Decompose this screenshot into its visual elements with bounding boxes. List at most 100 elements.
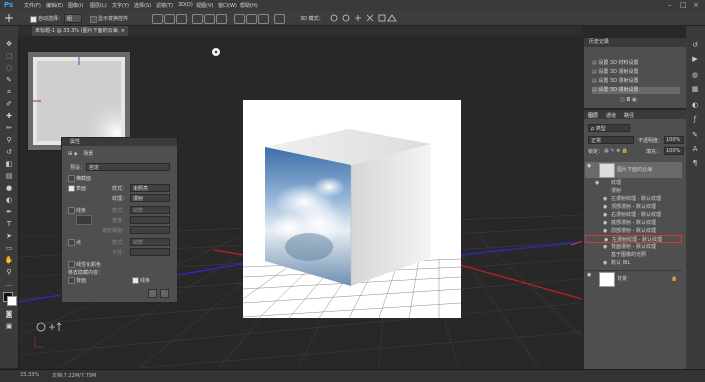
history-panel-icon[interactable]: ↺ [690,40,700,50]
render-icon[interactable] [148,289,157,298]
eye-icon[interactable]: ◉ [603,243,607,251]
menu-layer[interactable]: 图层(L) [90,2,107,9]
history-header[interactable]: 历史记录 [584,38,687,47]
fill-field[interactable]: 100% [664,147,684,155]
backface-checkbox[interactable] [68,277,75,284]
quick-select-tool[interactable]: ✎ [4,76,14,85]
layer-row-texture[interactable]: ◉ 左漫射纹理 - 默认纹理 [585,195,682,203]
points-checkbox[interactable] [68,239,75,246]
layer-row-texture[interactable]: ◉ 顶部漫射 - 默认纹理 [585,203,682,211]
lines-checkbox[interactable] [68,207,75,214]
quick-mask-icon[interactable]: ◙ [4,310,14,319]
delete-icon[interactable] [160,289,169,298]
layer-row-3d[interactable]: ◉ 图片下面的云海 [585,162,682,178]
layer-row-ibl-group[interactable]: 基于图像的光照 [585,251,682,259]
angle-field[interactable] [130,226,170,234]
brush-panel-icon[interactable]: ✎ [690,130,700,140]
layer-filter-dropdown[interactable]: ρ 类型 [588,124,630,132]
layer-row-background[interactable]: ◉ 背景 🔒 [585,270,682,287]
history-item[interactable]: ▤ 设置 3D 材料设置 [592,60,680,67]
blur-tool[interactable]: ● [4,184,14,193]
visibility-eye-icon[interactable]: ◉ [587,271,591,279]
move-tool[interactable]: ✥ [4,40,14,49]
eye-icon[interactable]: ◉ [603,219,607,227]
align-center-icon[interactable] [204,14,215,24]
eye-icon[interactable]: ◉ [603,211,607,219]
document-tab-close[interactable]: × [121,26,125,36]
lines-style-dropdown[interactable]: 常数 [130,206,170,214]
radius-field[interactable] [130,248,170,256]
dodge-tool[interactable]: ◐ [4,196,14,205]
type-tool[interactable]: T [4,220,14,229]
layer-row-texture[interactable]: ◉ 前部漫射 - 默认纹理 [585,227,682,235]
points-style-dropdown[interactable]: 常数 [130,238,170,246]
history-item[interactable]: ▤ 设置 3D 漫射设置 [592,78,680,85]
distribute-2-icon[interactable] [246,14,257,24]
eye-icon[interactable]: ◉ [595,179,599,187]
texture-preview-window[interactable] [27,51,131,151]
lasso-tool[interactable]: ◌ [4,64,14,73]
menu-filter[interactable]: 滤镜(T) [156,2,173,9]
align-top-icon[interactable] [152,14,163,24]
minimize-button[interactable]: – [668,1,672,9]
character-icon[interactable]: A [690,144,700,154]
maximize-button[interactable]: □ [680,1,687,9]
layer-row-texture[interactable]: ◉ 背面漫射 - 默认纹理 [585,243,682,251]
surface-checkbox[interactable] [68,185,75,192]
close-window-button[interactable]: × [693,1,699,9]
history-brush-tool[interactable]: ↺ [4,148,14,157]
preset-dropdown[interactable]: 自定 [86,163,170,171]
tab-paths[interactable]: 路径 [624,112,634,119]
show-transform-checkbox[interactable] [90,16,97,23]
menu-select[interactable]: 选择(S) [134,2,151,9]
layer-row-texture-highlighted[interactable]: ◉ 左漫射纹理 - 默认纹理 [585,235,682,243]
actions-icon[interactable]: ▶ [690,54,700,64]
shape-tool[interactable]: ▭ [4,244,14,253]
align-right-icon[interactable] [216,14,227,24]
paragraph-icon[interactable]: ¶ [690,158,700,168]
visibility-eye-icon[interactable]: ◉ [587,162,591,170]
menu-view[interactable]: 视图(V) [196,2,213,9]
lines2-checkbox[interactable] [132,277,139,284]
document-canvas[interactable]: 属性 ⊞ ◈ 场景 预设： 自定 横截面 表面 样式： 未照亮 纹理： 漫射 线… [19,37,582,368]
eye-icon[interactable]: ◉ [603,259,607,267]
menu-help[interactable]: 帮助(H) [240,2,258,9]
hand-tool[interactable]: ✋ [4,256,14,265]
scene-tab[interactable]: ⊞ ◈ 场景 [68,150,98,160]
crop-tool[interactable]: ⌗ [4,88,14,97]
menu-3d[interactable]: 3D(D) [178,2,193,8]
blend-mode-dropdown[interactable]: 正常 [588,136,634,144]
styles-icon[interactable]: ƒ [690,114,700,124]
menu-file[interactable]: 文件(F) [24,2,41,9]
pen-tool[interactable]: ✒ [4,208,14,217]
document-info[interactable]: 文档:7.22M/7.79M [52,372,96,379]
zoom-level[interactable]: 33.33% [20,372,39,378]
zoom-tool[interactable]: ⚲ [4,268,14,277]
align-left-icon[interactable] [192,14,203,24]
layer-row-texture[interactable]: ◉ 右漫射纹理 - 默认纹理 [585,211,682,219]
history-item[interactable]: ▤ 设置 3D 漫射设置 [592,69,680,76]
auto-select-dropdown[interactable]: 组 [64,14,82,23]
color-icon[interactable]: ◍ [690,70,700,80]
history-item-selected[interactable]: ▤ 设置 3D 漫射设置 [592,87,680,94]
menu-edit[interactable]: 编辑(E) [46,2,63,9]
eyedropper-tool[interactable]: ✐ [4,100,14,109]
auto-align-icon[interactable] [274,14,285,24]
layer-row-texture[interactable]: ◉ 底部漫射 - 默认纹理 [585,219,682,227]
swatches-icon[interactable]: ▦ [690,84,700,94]
auto-select-checkbox[interactable] [30,16,37,23]
path-select-tool[interactable]: ➤ [4,232,14,241]
texture-dropdown[interactable]: 漫射 [130,194,170,202]
distribute-3-icon[interactable] [258,14,269,24]
lines-color-swatch[interactable] [76,215,92,225]
layer-row-diffuse[interactable]: 漫射 [585,187,682,195]
tab-channels[interactable]: 通道 [606,112,616,119]
menu-image[interactable]: 图像(I) [68,2,83,9]
menu-type[interactable]: 文字(Y) [112,2,129,9]
brush-tool[interactable]: ✏ [4,124,14,133]
menu-window[interactable]: 窗口(W) [218,2,237,9]
history-actions[interactable]: ◫ ◘ ▣ [620,97,660,103]
layer-row-ibl[interactable]: ◉ 默认 IBL [585,259,682,267]
eye-icon[interactable]: ◉ [603,195,607,203]
gradient-tool[interactable]: ▤ [4,172,14,181]
